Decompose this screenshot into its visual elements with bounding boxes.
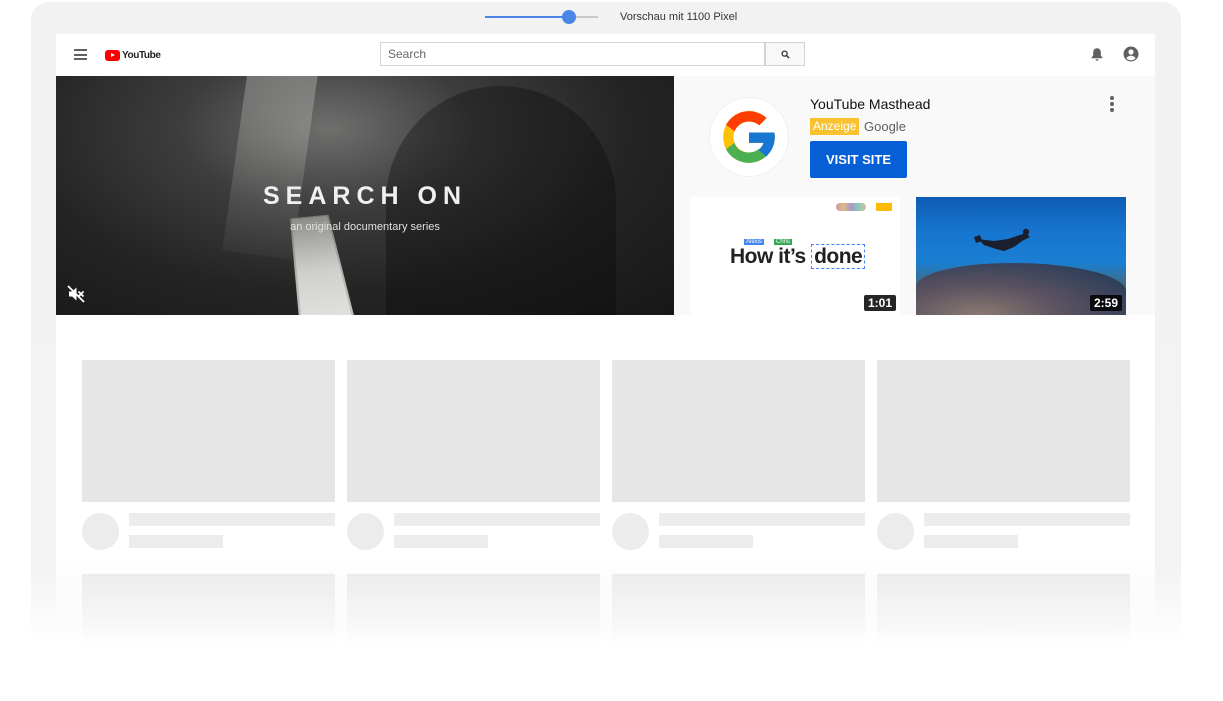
google-logo[interactable] — [710, 98, 788, 176]
skeleton-thumbnail — [347, 360, 600, 502]
skeleton-thumbnail — [612, 360, 865, 502]
ad-info-panel: YouTube Masthead Anzeige Google VISIT SI… — [674, 76, 1155, 315]
thumbnail-badge — [876, 203, 892, 211]
youtube-logo[interactable]: YouTube — [105, 49, 161, 61]
youtube-header: YouTube — [56, 34, 1155, 76]
bell-icon[interactable] — [1090, 47, 1104, 62]
video-duration: 1:01 — [863, 295, 896, 311]
youtube-logo-text: YouTube — [122, 49, 161, 61]
youtube-play-icon — [105, 49, 120, 61]
skeleton-thumbnail — [347, 574, 600, 644]
masthead-video[interactable]: SEARCH ON an original documentary series — [56, 76, 674, 315]
thumbnail-faces — [836, 203, 866, 211]
video-thumbnail[interactable]: 2:59 — [916, 197, 1126, 315]
youtube-preview: YouTube SEARCH ON an original docume — [56, 34, 1155, 674]
search-field[interactable] — [380, 42, 768, 66]
skeleton-avatar — [347, 513, 384, 550]
video-thumbnail[interactable]: Alexis Chris How it’s done 1:01 — [690, 197, 900, 315]
diver-figure — [974, 228, 1030, 251]
preview-width-slider[interactable] — [485, 10, 598, 24]
skeleton-thumbnail — [877, 360, 1130, 502]
slider-fill — [485, 16, 569, 18]
skeleton-avatar — [612, 513, 649, 550]
skeleton-title-line — [129, 513, 335, 526]
skeleton-meta-line — [924, 535, 1018, 548]
muted-speaker-icon[interactable] — [66, 284, 86, 304]
skeleton-title-line — [659, 513, 865, 526]
video-subtitle-overlay: an original documentary series — [290, 221, 440, 233]
ad-advertiser[interactable]: Google — [864, 119, 906, 134]
skeleton-title-line — [924, 513, 1130, 526]
skeleton-meta-line — [394, 535, 488, 548]
video-duration: 2:59 — [1089, 295, 1122, 311]
search-input[interactable] — [381, 43, 768, 65]
google-g-icon — [723, 111, 775, 163]
more-options-icon[interactable] — [1110, 96, 1114, 112]
preview-width-label: Vorschau mit 1100 Pixel — [620, 11, 738, 23]
skeleton-meta-line — [659, 535, 753, 548]
skeleton-thumbnail — [877, 574, 1130, 644]
visit-site-button[interactable]: VISIT SITE — [810, 141, 907, 178]
skeleton-avatar — [877, 513, 914, 550]
hamburger-menu-icon[interactable] — [74, 49, 87, 60]
ad-title[interactable]: YouTube Masthead — [810, 96, 930, 112]
skeleton-meta-line — [129, 535, 223, 548]
skeleton-title-line — [394, 513, 600, 526]
skeleton-avatar — [82, 513, 119, 550]
slider-thumb[interactable] — [561, 10, 576, 24]
masthead-ad: SEARCH ON an original documentary series… — [56, 76, 1155, 315]
video-title-overlay: SEARCH ON — [262, 182, 467, 210]
skeleton-thumbnail — [612, 574, 865, 644]
search-button[interactable] — [765, 42, 805, 66]
skeleton-thumbnail — [82, 574, 335, 644]
account-circle-icon[interactable] — [1123, 46, 1139, 62]
search-icon — [780, 49, 790, 59]
ad-badge: Anzeige — [810, 118, 860, 135]
thumbnail-title-art: How it’s done — [730, 244, 866, 269]
skeleton-thumbnail — [82, 360, 335, 502]
